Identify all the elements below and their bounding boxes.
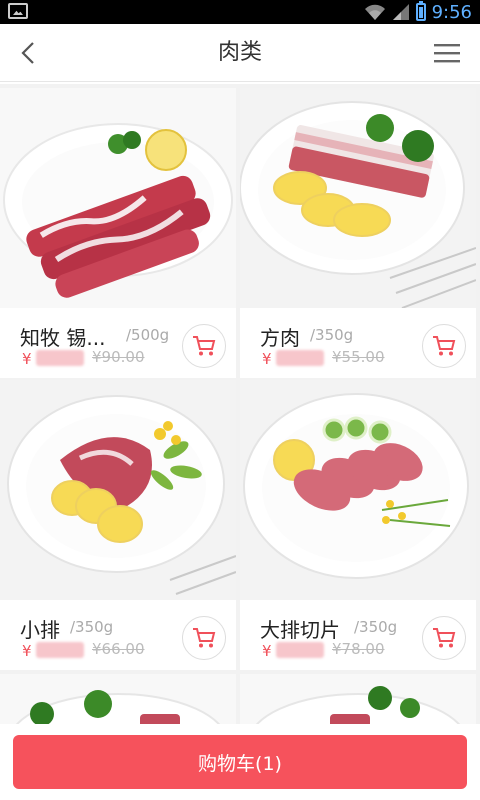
app-bar: 肉类 <box>0 24 480 82</box>
product-name: 方肉 <box>260 326 300 350</box>
product-image <box>240 380 476 600</box>
price-blurred <box>36 350 84 366</box>
price-currency: ¥ <box>262 642 272 660</box>
product-weight: /500g <box>126 326 170 344</box>
add-to-cart-button[interactable] <box>422 616 466 660</box>
signal-icon <box>392 4 409 20</box>
product-image <box>240 674 476 724</box>
add-to-cart-button[interactable] <box>182 616 226 660</box>
product-name: 知牧 锡... <box>20 326 106 350</box>
price-currency: ¥ <box>22 350 32 368</box>
chevron-left-icon <box>21 42 34 64</box>
status-time: 9:56 <box>431 1 472 23</box>
status-bar: 9:56 <box>0 0 480 24</box>
product-card-partial[interactable] <box>0 674 236 724</box>
cart-icon <box>433 336 456 356</box>
product-card[interactable]: 大排切片 /350g ¥ ¥78.00 <box>240 380 476 670</box>
original-price: ¥66.00 <box>92 640 145 658</box>
product-weight: /350g <box>354 618 398 636</box>
price-currency: ¥ <box>22 642 32 660</box>
back-button[interactable] <box>10 34 46 72</box>
product-grid: 知牧 锡... /500g ¥ ¥90.00 方肉 /350g ¥ ¥55.00… <box>0 84 480 724</box>
price-blurred <box>276 350 324 366</box>
battery-icon <box>415 1 426 21</box>
original-price: ¥55.00 <box>332 348 385 366</box>
bottom-bar: 购物车(1) <box>0 724 480 800</box>
product-name: 大排切片 <box>260 618 340 642</box>
price-blurred <box>36 642 84 658</box>
cart-button[interactable]: 购物车(1) <box>13 735 467 789</box>
image-notification-icon <box>8 3 28 19</box>
product-image <box>240 88 476 308</box>
product-weight: /350g <box>310 326 354 344</box>
product-image <box>0 88 236 308</box>
status-icons: 9:56 <box>364 0 472 24</box>
page-title: 肉类 <box>217 40 262 65</box>
product-card[interactable]: 知牧 锡... /500g ¥ ¥90.00 <box>0 88 236 378</box>
original-price: ¥78.00 <box>332 640 385 658</box>
product-image <box>0 380 236 600</box>
product-weight: /350g <box>70 618 114 636</box>
product-card[interactable]: 方肉 /350g ¥ ¥55.00 <box>240 88 476 378</box>
price-currency: ¥ <box>262 350 272 368</box>
add-to-cart-button[interactable] <box>182 324 226 368</box>
cart-icon <box>193 628 216 648</box>
add-to-cart-button[interactable] <box>422 324 466 368</box>
wifi-icon <box>364 4 385 20</box>
product-card[interactable]: 小排 /350g ¥ ¥66.00 <box>0 380 236 670</box>
product-name: 小排 <box>20 618 60 642</box>
product-card-partial[interactable] <box>240 674 476 724</box>
hamburger-menu-icon <box>434 44 460 63</box>
product-image <box>0 674 236 724</box>
cart-icon <box>193 336 216 356</box>
cart-icon <box>433 628 456 648</box>
original-price: ¥90.00 <box>92 348 145 366</box>
price-blurred <box>276 642 324 658</box>
menu-button[interactable] <box>430 36 464 70</box>
